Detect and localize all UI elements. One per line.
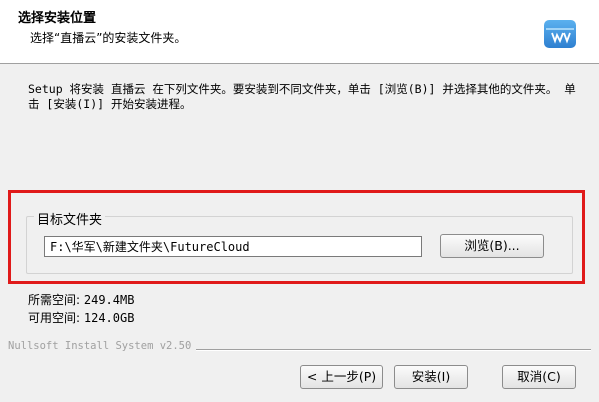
- description-text: Setup 将安装 直播云 在下列文件夹。要安装到不同文件夹，单击 [浏览(B)…: [28, 82, 576, 111]
- available-space-row: 可用空间: 124.0GB: [28, 309, 134, 326]
- required-space-label: 所需空间:: [28, 293, 81, 307]
- back-button[interactable]: < 上一步(P): [300, 365, 383, 389]
- header-panel: 选择安装位置 选择“直播云”的安装文件夹。: [0, 0, 599, 64]
- available-space-value: 124.0GB: [83, 311, 135, 325]
- available-space-label: 可用空间:: [28, 311, 81, 325]
- futurecloud-box-icon: [544, 20, 576, 48]
- page-title: 选择安装位置: [18, 11, 97, 26]
- highlight-box: [8, 190, 585, 284]
- installer-branding: Nullsoft Install System v2.50: [8, 340, 197, 352]
- required-space-value: 249.4MB: [83, 293, 135, 307]
- page-subtitle: 选择“直播云”的安装文件夹。: [30, 31, 187, 45]
- install-button[interactable]: 安装(I): [394, 365, 468, 389]
- required-space-row: 所需空间: 249.4MB: [28, 291, 134, 308]
- cancel-button[interactable]: 取消(C): [502, 365, 576, 389]
